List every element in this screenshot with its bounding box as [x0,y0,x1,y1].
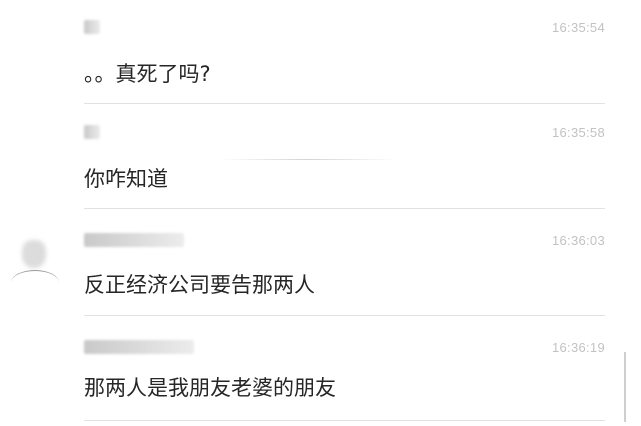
message-divider [84,315,605,316]
sender-name-redacted [84,20,100,34]
chat-history-panel: 16:35:54 。。真死了吗? 16:35:58 你咋知道 16:36:03 … [0,0,641,426]
chat-message: 16:35:58 你咋知道 [84,125,605,195]
message-divider [84,103,605,104]
message-text: 那两人是我朋友老婆的朋友 [84,376,336,400]
avatar-shoulders [11,270,59,295]
avatar-head [22,240,46,268]
message-divider [84,208,605,209]
sender-name-redacted [84,233,184,247]
message-timestamp: 16:35:58 [551,125,605,140]
message-divider [84,420,605,421]
message-timestamp: 16:36:03 [551,233,605,248]
redaction-smudge [218,159,398,160]
avatar[interactable] [8,234,60,294]
chat-message: 16:35:54 。。真死了吗? [84,20,605,90]
message-text: 你咋知道 [84,167,168,191]
scrollbar[interactable] [624,352,626,422]
message-text: 反正经济公司要告那两人 [84,273,315,297]
message-timestamp: 16:36:19 [551,340,605,355]
chat-message: 16:36:03 反正经济公司要告那两人 [84,233,605,303]
sender-name-redacted [84,125,100,139]
sender-name-redacted [84,340,194,354]
chat-message: 16:36:19 那两人是我朋友老婆的朋友 [84,340,605,410]
message-text: 。。真死了吗? [84,62,211,86]
message-timestamp: 16:35:54 [551,20,605,35]
